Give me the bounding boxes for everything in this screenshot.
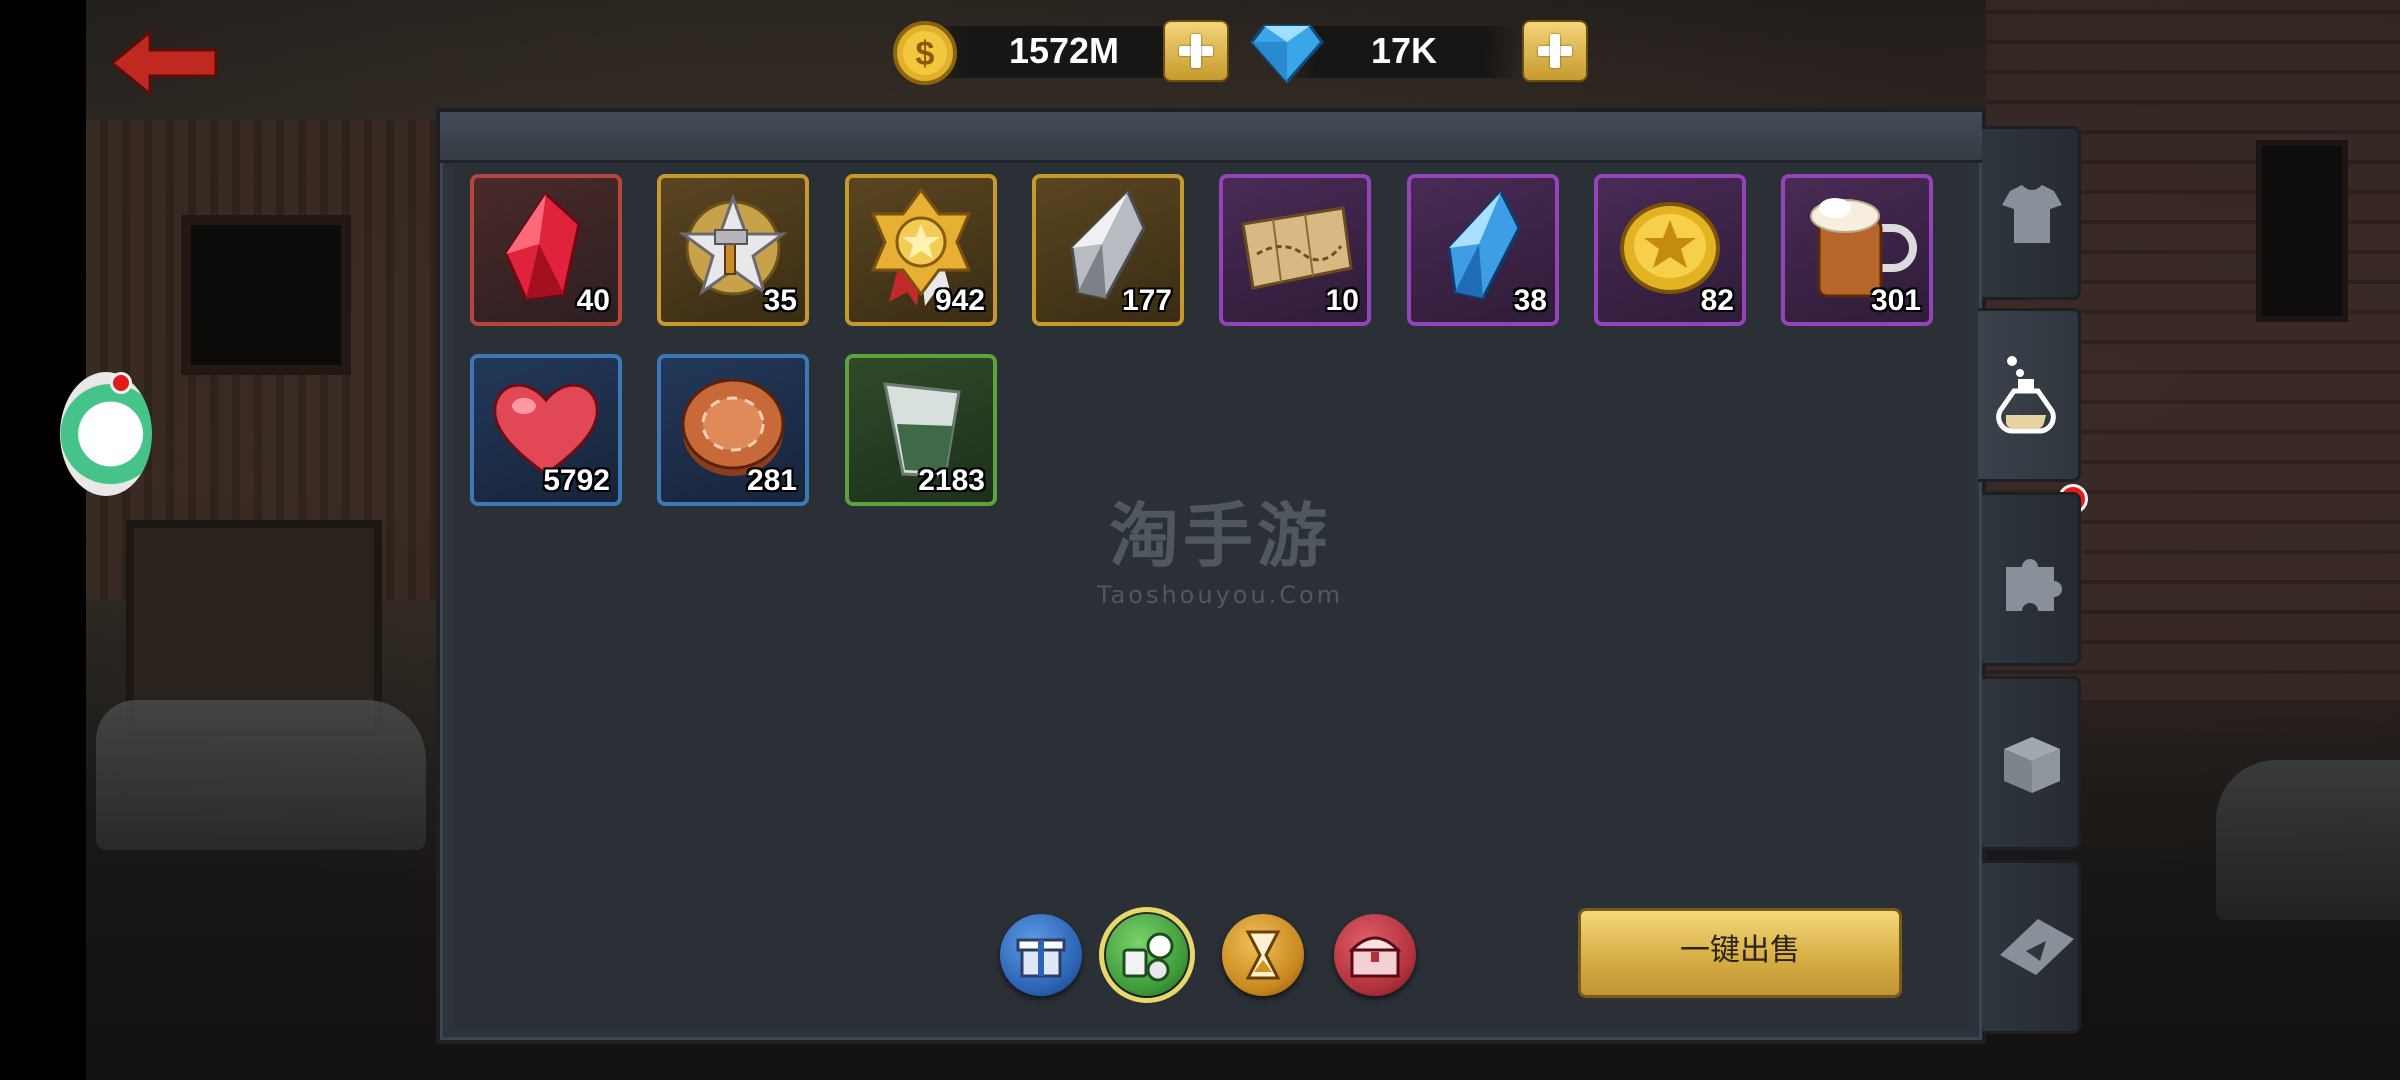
item-count: 10	[1325, 284, 1359, 317]
watermark-sub: Taoshouyou.Com	[1096, 581, 1344, 609]
category-chest-button[interactable]	[1334, 914, 1416, 996]
add-diamond-button[interactable]	[1522, 20, 1588, 82]
add-gold-button[interactable]	[1163, 20, 1229, 82]
item-slot-gold-coin[interactable]: 82	[1594, 174, 1746, 326]
background-window	[181, 215, 351, 375]
consumables-icon	[1122, 932, 1174, 982]
item-slot-beer-mug[interactable]: 301	[1781, 174, 1933, 326]
item-slot-treasure-map[interactable]: 10	[1219, 174, 1371, 326]
category-hourglass-button[interactable]	[1222, 914, 1304, 996]
item-slot-red-crystal[interactable]: 40	[470, 174, 622, 326]
item-slot-silver-crystal[interactable]: 177	[1032, 174, 1184, 326]
gold-value: 1572M	[1008, 30, 1120, 71]
box-icon	[2004, 737, 2060, 793]
item-count: 942	[934, 284, 985, 317]
gift-box-icon	[1016, 938, 1066, 978]
hourglass-icon	[1245, 930, 1281, 980]
item-slot-blue-crystal[interactable]: 38	[1407, 174, 1559, 326]
item-count: 301	[1870, 284, 1921, 317]
gold-coin-icon: $	[893, 21, 957, 85]
item-count: 5792	[543, 464, 610, 497]
puzzle-icon	[2006, 559, 2062, 611]
item-slot-shot-glass[interactable]: 2183	[845, 354, 997, 506]
item-slot-hammer-star-medal[interactable]: 35	[657, 174, 809, 326]
diamond-currency: 17K	[1250, 20, 1520, 84]
tab-clothing[interactable]	[1982, 126, 2081, 300]
panel-header-bar	[440, 112, 1982, 163]
item-count: 38	[1513, 284, 1547, 317]
category-consumables-button[interactable]	[1099, 907, 1195, 1003]
side-floating-widget[interactable]	[60, 372, 152, 496]
item-slot-star-medal[interactable]: 942	[845, 174, 997, 326]
item-count: 40	[576, 284, 610, 317]
watermark: 淘手游 Taoshouyou.Com	[1070, 480, 1370, 609]
potion-icon	[1996, 356, 2056, 434]
ticket-icon	[2000, 919, 2074, 975]
diamond-icon	[1250, 24, 1324, 84]
tab-tickets[interactable]	[1982, 860, 2081, 1034]
category-gift-button[interactable]	[1000, 914, 1082, 996]
background-car	[96, 700, 426, 850]
svg-text:$: $	[916, 35, 935, 73]
notification-dot	[110, 372, 132, 394]
background-window-right	[2256, 140, 2348, 322]
diamond-value: 17K	[1370, 30, 1438, 71]
watermark-main: 淘手游	[1109, 495, 1331, 577]
item-slot-heart[interactable]: 5792	[470, 354, 622, 506]
treasure-chest-icon	[1348, 936, 1402, 978]
background-car-right	[2216, 760, 2400, 920]
tab-puzzle[interactable]	[1982, 492, 2081, 666]
tab-boxes[interactable]	[1982, 676, 2081, 850]
item-slot-poker-chip[interactable]: 281	[657, 354, 809, 506]
item-count: 281	[746, 464, 797, 497]
shirt-icon	[2002, 185, 2062, 243]
currency-bar: $ 1572M 17K	[0, 14, 2400, 94]
item-count: 2183	[918, 464, 985, 497]
tab-consumables[interactable]	[1978, 308, 2081, 482]
item-count: 82	[1700, 284, 1734, 317]
one-click-sell-button[interactable]: 一键出售	[1578, 908, 1902, 998]
item-count: 177	[1121, 284, 1172, 317]
item-count: 35	[763, 284, 797, 317]
